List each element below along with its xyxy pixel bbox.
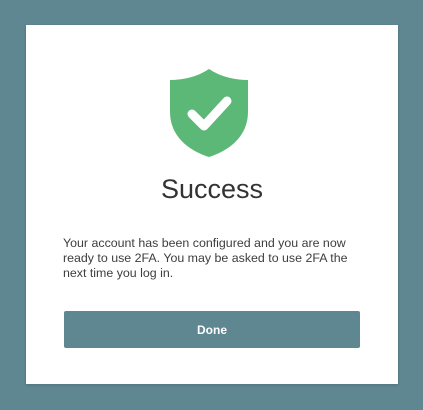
dialog-title: Success <box>160 174 264 204</box>
dialog-message: Your account has been configured and you… <box>63 236 348 280</box>
shield-check-icon <box>167 68 251 158</box>
done-button[interactable]: Done <box>64 311 360 348</box>
